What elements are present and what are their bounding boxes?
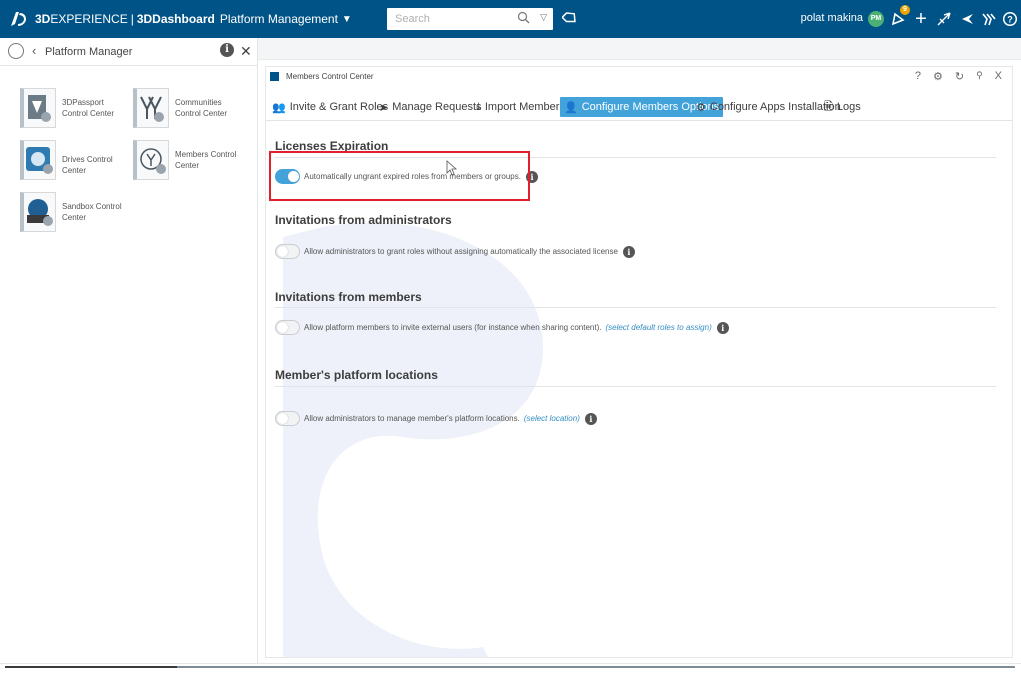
- brand-context[interactable]: Platform Management: [220, 12, 338, 26]
- compass-apps-icon[interactable]: [979, 9, 999, 29]
- app-label: Communities Control Center: [175, 98, 228, 118]
- tab-label: Logs: [836, 101, 861, 113]
- tab-label: Invite & Grant Roles: [289, 101, 389, 113]
- panel-divider[interactable]: [257, 38, 258, 663]
- info-icon[interactable]: i: [716, 321, 729, 334]
- toggle-members-invite-external[interactable]: [275, 320, 300, 335]
- left-panel: ‹ Platform Manager i ✕ 3DPassport Contro…: [0, 38, 257, 663]
- 3dpassport-app-icon: [20, 88, 56, 128]
- option-label: Allow administrators to grant roles with…: [304, 247, 618, 256]
- bottom-bar: [0, 663, 1021, 679]
- search-dropdown-icon[interactable]: ▽: [540, 12, 547, 23]
- user-gear-icon: 👤: [564, 101, 578, 114]
- brand[interactable]: 3D EXPERIENCE | 3DDashboard Platform Mana…: [8, 8, 352, 30]
- tab-logs[interactable]: 🗎 Logs: [820, 97, 865, 117]
- section-title: Invitations from members: [275, 290, 422, 304]
- avatar[interactable]: PM: [868, 11, 884, 27]
- app-communities[interactable]: Communities Control Center: [133, 88, 253, 136]
- 3ds-logo-icon: [11, 12, 26, 26]
- share-icon[interactable]: [934, 9, 954, 29]
- user-name[interactable]: polat makina: [801, 12, 863, 24]
- settings-icon[interactable]: ⚙: [933, 70, 943, 83]
- document-icon: 🗎: [824, 100, 833, 113]
- tab-bar: 👥 Invite & Grant Roles ➤ Manage Requests…: [266, 93, 1012, 121]
- tab-manage-requests[interactable]: ➤ Manage Requests: [375, 97, 486, 117]
- option-row: Allow administrators to manage member's …: [275, 411, 597, 426]
- brand-app: 3DDashboard: [136, 12, 215, 26]
- users-plus-icon: 👥: [272, 101, 286, 114]
- tab-invite-grant-roles[interactable]: 👥 Invite & Grant Roles: [268, 97, 392, 117]
- import-icon: ⤓: [476, 100, 481, 113]
- notifications-icon[interactable]: 9: [888, 5, 910, 29]
- option-row: Allow administrators to grant roles with…: [275, 244, 635, 259]
- select-location-link[interactable]: (select location): [524, 414, 580, 423]
- search-icon[interactable]: [517, 11, 531, 25]
- close-icon[interactable]: X: [995, 70, 1002, 83]
- option-row: Allow platform members to invite externa…: [275, 320, 729, 335]
- dashboard-tab-strip: [258, 38, 1021, 60]
- section-divider: [275, 386, 996, 387]
- app-3dpassport[interactable]: 3DPassport Control Center: [20, 88, 140, 136]
- svg-text:?: ?: [1007, 15, 1013, 25]
- drives-app-icon: [20, 140, 56, 180]
- left-panel-title: Platform Manager: [45, 46, 133, 58]
- section-title: Member's platform locations: [275, 368, 438, 382]
- select-default-roles-link[interactable]: (select default roles to assign): [605, 323, 711, 332]
- info-icon[interactable]: i: [584, 412, 597, 425]
- back-icon[interactable]: ‹: [32, 43, 36, 58]
- notification-badge: 9: [900, 5, 910, 15]
- collaborate-icon[interactable]: [957, 9, 977, 29]
- brand-bold: 3D: [35, 12, 51, 26]
- top-bar: 3D EXPERIENCE | 3DDashboard Platform Mana…: [0, 0, 1021, 38]
- add-icon[interactable]: +: [911, 8, 931, 30]
- scroll-track[interactable]: [177, 666, 1015, 668]
- chevron-down-icon[interactable]: ▼: [342, 14, 352, 25]
- app-label: Sandbox Control Center: [62, 202, 122, 222]
- widget-logo-icon: [270, 72, 279, 81]
- user-circle-icon[interactable]: [8, 43, 24, 59]
- app-label: 3DPassport Control Center: [62, 98, 115, 118]
- scroll-indicator[interactable]: [5, 666, 177, 668]
- toggle-manage-platform-locations[interactable]: [275, 411, 300, 426]
- mouse-cursor-icon: [446, 160, 458, 176]
- search-box[interactable]: ▽: [387, 8, 553, 30]
- highlight-box: [269, 151, 530, 201]
- sandbox-app-icon: [20, 192, 56, 232]
- app-sandbox[interactable]: Sandbox Control Center: [20, 192, 140, 240]
- option-label: Allow administrators to manage member's …: [304, 414, 520, 423]
- section-divider: [275, 307, 996, 308]
- close-icon[interactable]: ✕: [240, 43, 252, 60]
- toggle-grant-roles-without-license[interactable]: [275, 244, 300, 259]
- help-icon[interactable]: ?: [1000, 9, 1020, 29]
- left-panel-header: ‹ Platform Manager i ✕: [0, 38, 257, 66]
- tag-arrow-icon: ➤: [379, 101, 389, 114]
- widget-toolbar: ? ⚙ ↻ ⚲ X: [915, 70, 1002, 83]
- search-input[interactable]: [395, 13, 520, 25]
- app-drives[interactable]: Drives Control Center: [20, 140, 140, 188]
- app-members[interactable]: Members Control Center: [133, 140, 253, 188]
- widget-title: Members Control Center: [286, 72, 374, 81]
- section-title: Invitations from administrators: [275, 213, 452, 227]
- app-label: Drives Control Center: [62, 155, 113, 175]
- pin-icon[interactable]: ⚲: [976, 70, 983, 83]
- brand-separator: |: [130, 12, 134, 26]
- app-label: Members Control Center: [175, 150, 237, 170]
- gear-icon: ⚙: [696, 101, 706, 114]
- watermark-shape: [283, 222, 543, 657]
- communities-app-icon: [133, 88, 169, 128]
- brand-name: EXPERIENCE: [50, 12, 128, 26]
- tag-icon[interactable]: [562, 10, 578, 26]
- help-icon[interactable]: ?: [915, 70, 921, 83]
- members-app-icon: [133, 140, 169, 180]
- info-icon[interactable]: i: [622, 245, 635, 258]
- refresh-icon[interactable]: ↻: [955, 70, 964, 83]
- widget-header: Members Control Center ? ⚙ ↻ ⚲ X: [266, 67, 1012, 89]
- info-icon[interactable]: i: [220, 43, 234, 57]
- option-label: Allow platform members to invite externa…: [304, 323, 602, 332]
- tab-label: Manage Requests: [392, 101, 482, 113]
- tab-import-members[interactable]: ⤓ Import Members: [472, 97, 569, 117]
- tab-label: Import Members: [484, 101, 565, 113]
